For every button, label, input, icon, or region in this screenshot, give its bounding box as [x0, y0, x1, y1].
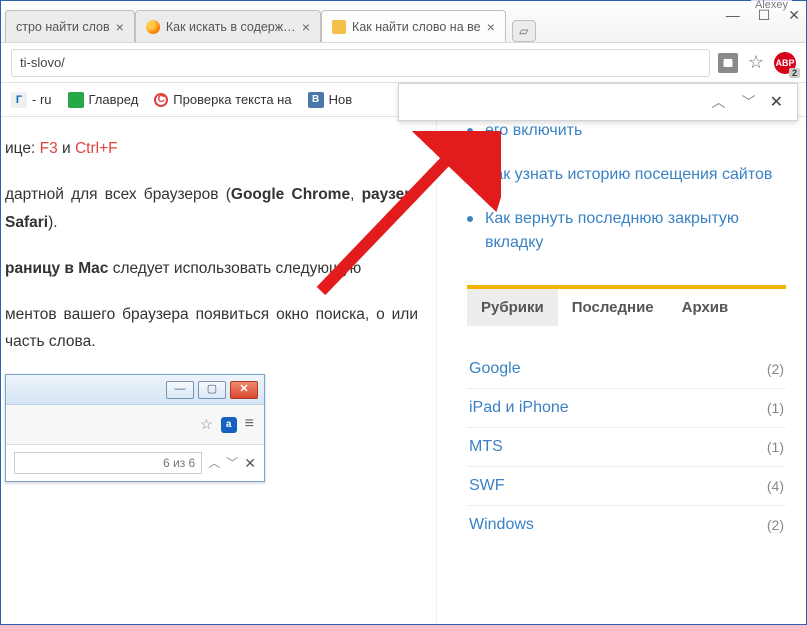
category-link[interactable]: Google — [469, 360, 521, 378]
find-result-count: 6 из 6 — [14, 452, 202, 474]
category-row: iPad и iPhone (1) — [467, 389, 786, 428]
close-icon[interactable]: ✕ — [788, 7, 800, 24]
bookmark-label: Нов — [329, 92, 353, 107]
category-row: SWF (4) — [467, 467, 786, 506]
article-body: ице: F3 и Ctrl+F дартной для всех браузе… — [1, 119, 436, 624]
tab-archive[interactable]: Архив — [668, 289, 743, 326]
category-row: Google (2) — [467, 350, 786, 389]
find-prev-icon[interactable]: ︿ — [704, 92, 734, 112]
category-link[interactable]: Windows — [469, 516, 534, 534]
bookmark-item[interactable]: B Нов — [308, 92, 353, 108]
window-titlebar: стро найти слов × Как искать в содержим … — [1, 1, 806, 43]
link[interactable]: Как узнать историю посещения сайтов — [485, 166, 772, 183]
tab-categories[interactable]: Рубрики — [467, 289, 558, 326]
thumb-toolbar: ☆ a ≡ — [6, 405, 264, 445]
related-links: его включить Как узнать историю посещени… — [467, 119, 786, 255]
category-link[interactable]: MTS — [469, 438, 503, 456]
tab-title: стро найти слов — [16, 20, 110, 34]
thumb-window-controls: — ▢ ✕ — [6, 375, 264, 405]
category-count: (4) — [767, 478, 784, 494]
paragraph: ице: F3 и Ctrl+F — [5, 135, 418, 163]
adblock-icon[interactable]: ABP — [774, 52, 796, 74]
bookmark-star-icon[interactable]: ☆ — [200, 412, 213, 437]
window-controls: — ☐ ✕ — [726, 7, 800, 24]
sidebar-tabs: Рубрики Последние Архив — [467, 285, 786, 326]
paragraph: дартной для всех браузеров (Google Chrom… — [5, 181, 418, 237]
tab-title: Как искать в содержим — [166, 20, 296, 34]
firefox-icon — [146, 20, 160, 34]
category-row: MTS (1) — [467, 428, 786, 467]
category-count: (1) — [767, 400, 784, 416]
find-next-icon[interactable]: ﹀ — [734, 92, 764, 112]
category-list: Google (2) iPad и iPhone (1) MTS (1) SWF… — [467, 350, 786, 544]
find-prev-icon[interactable]: ︿ — [208, 453, 220, 475]
find-input[interactable] — [407, 89, 704, 115]
tab-title: Как найти слово на ве — [352, 20, 481, 34]
close-icon[interactable]: ✕ — [764, 92, 789, 112]
menu-icon[interactable]: ≡ — [245, 410, 254, 439]
thumb-find-bar: 6 из 6 ︿ ﹀ ✕ — [6, 445, 264, 481]
list-item: Как вернуть последнюю закрытую вкладку — [467, 207, 786, 255]
screenshot-thumbnail: — ▢ ✕ ☆ a ≡ 6 из 6 ︿ ﹀ ✕ — [5, 374, 265, 482]
find-in-page-bar: ︿ ﹀ ✕ — [398, 83, 798, 121]
minimize-icon[interactable]: — — [726, 7, 740, 24]
bookmark-item[interactable]: Г - ru — [11, 92, 52, 108]
find-next-icon[interactable]: ﹀ — [226, 453, 238, 475]
bookmark-item[interactable]: C Проверка текста на — [154, 92, 291, 107]
category-count: (2) — [767, 517, 784, 533]
maximize-icon[interactable]: ☐ — [758, 7, 771, 24]
paragraph: ментов вашего браузера появиться окно по… — [5, 301, 418, 357]
list-item: его включить — [467, 119, 786, 143]
category-link[interactable]: iPad и iPhone — [469, 399, 569, 417]
extension-icon[interactable]: a — [221, 417, 237, 433]
new-tab-button[interactable]: ▱ — [512, 20, 536, 42]
link[interactable]: Как вернуть последнюю закрытую вкладку — [485, 210, 739, 251]
site-icon: Г — [11, 92, 27, 108]
sidebar: его включить Как узнать историю посещени… — [436, 119, 806, 624]
reader-mode-icon[interactable] — [718, 53, 738, 73]
bookmark-item[interactable]: Главред — [68, 92, 139, 108]
category-link[interactable]: SWF — [469, 477, 505, 495]
list-item: Как узнать историю посещения сайтов — [467, 163, 786, 187]
browser-tab-0[interactable]: стро найти слов × — [5, 10, 135, 42]
page-content: ице: F3 и Ctrl+F дартной для всех браузе… — [1, 119, 806, 624]
category-row: Windows (2) — [467, 506, 786, 544]
vk-icon: B — [308, 92, 324, 108]
link[interactable]: его включить — [485, 122, 582, 139]
site-icon: C — [154, 93, 168, 107]
bookmark-star-icon[interactable]: ☆ — [748, 52, 764, 73]
browser-tab-1[interactable]: Как искать в содержим × — [135, 10, 321, 42]
close-icon[interactable]: ✕ — [244, 451, 256, 476]
tab-recent[interactable]: Последние — [558, 289, 668, 326]
tab-strip: стро найти слов × Как искать в содержим … — [1, 1, 536, 42]
minimize-icon[interactable]: — — [166, 381, 194, 399]
url-input[interactable]: ti-slovo/ — [11, 49, 710, 77]
maximize-icon[interactable]: ▢ — [198, 381, 226, 399]
site-icon — [68, 92, 84, 108]
bookmark-label: Главред — [89, 92, 139, 107]
paragraph: раницу в Mac следует использовать следую… — [5, 255, 418, 283]
close-icon[interactable]: × — [487, 19, 495, 35]
close-icon[interactable]: × — [116, 19, 124, 35]
bookmark-label: Проверка текста на — [173, 92, 291, 107]
close-icon[interactable]: ✕ — [230, 381, 258, 399]
category-count: (2) — [767, 361, 784, 377]
close-icon[interactable]: × — [302, 19, 310, 35]
bookmark-label: - ru — [32, 92, 52, 107]
category-count: (1) — [767, 439, 784, 455]
address-bar: ti-slovo/ ☆ ABP — [1, 43, 806, 83]
site-icon — [332, 20, 346, 34]
url-text: ti-slovo/ — [20, 55, 65, 70]
browser-tab-2[interactable]: Как найти слово на ве × — [321, 10, 506, 42]
